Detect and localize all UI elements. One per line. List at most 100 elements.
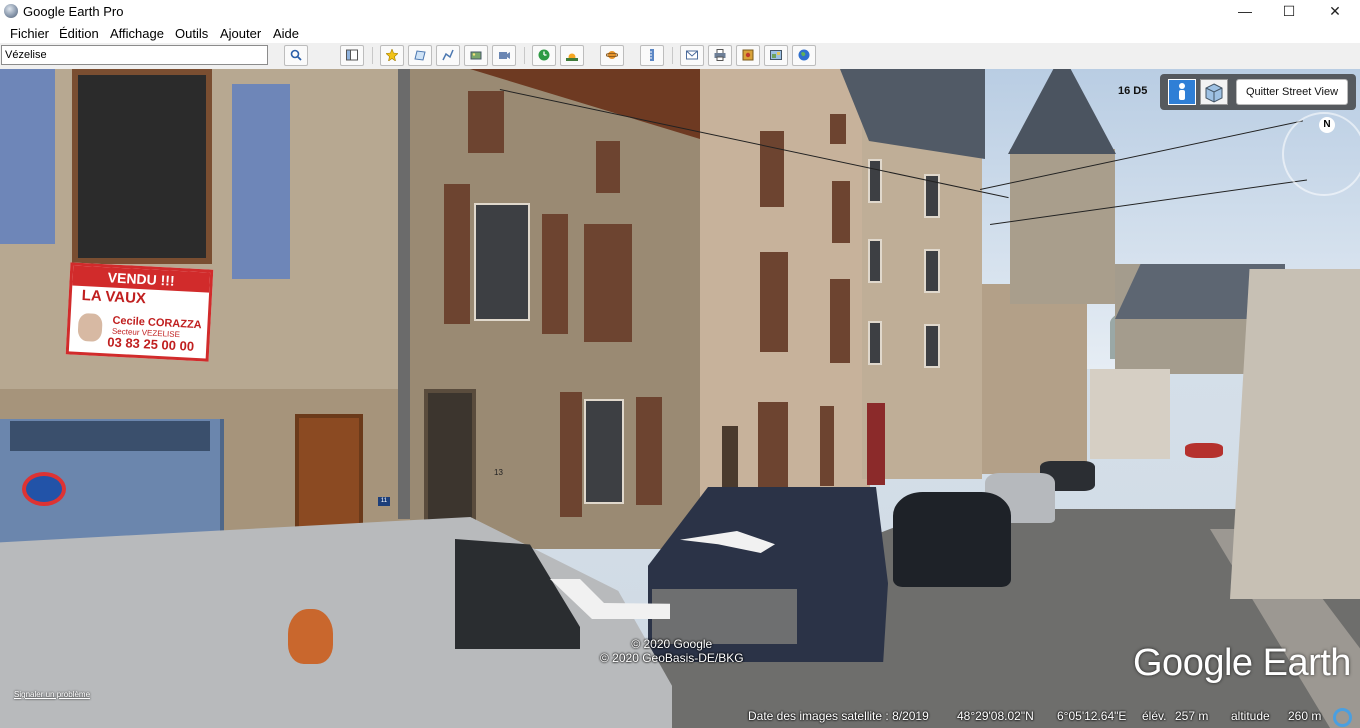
street-view-controls: Quitter Street View (1160, 74, 1356, 110)
brown-shutter (584, 224, 632, 342)
brown-shutter (830, 114, 846, 144)
window (924, 249, 940, 293)
fifth-building (982, 284, 1087, 474)
red-car (1185, 443, 1223, 458)
sidebar-toggle-button[interactable] (340, 45, 364, 66)
agent-photo (77, 312, 103, 343)
search-input[interactable] (1, 45, 268, 65)
add-path-button[interactable] (436, 45, 460, 66)
save-image-button[interactable] (736, 45, 760, 66)
add-placemark-button[interactable] (380, 45, 404, 66)
print-button[interactable] (708, 45, 732, 66)
streaming-status-icon (1333, 708, 1352, 727)
drain-pipe (398, 69, 410, 519)
menu-fichier[interactable]: Fichier (10, 26, 49, 41)
exit-street-view-button[interactable]: Quitter Street View (1236, 79, 1348, 105)
earth-button[interactable] (792, 45, 816, 66)
toolbar (0, 43, 1360, 70)
record-tour-button[interactable] (492, 45, 516, 66)
brown-shutter (820, 406, 834, 486)
minimize-button[interactable]: — (1222, 0, 1268, 23)
pegman-button[interactable] (1168, 79, 1196, 105)
window-title: Google Earth Pro (23, 4, 124, 19)
copyright-notice: © 2020 Google © 2020 GeoBasis-DE/BKG (600, 637, 744, 665)
window (868, 239, 882, 283)
ruler-icon (650, 49, 654, 61)
close-button[interactable]: ✕ (1312, 0, 1358, 23)
vendu-real-estate-sign: VENDU !!! LA VAUX Cecile CORAZZA Secteur… (65, 262, 214, 362)
blue-shutter-left (0, 69, 55, 244)
photo-cube-button[interactable] (1200, 79, 1228, 105)
sunlight-button[interactable] (560, 45, 584, 66)
longitude-readout: 6°05'12.64"E (1057, 709, 1127, 723)
no-parking-sign (22, 472, 66, 506)
add-path-icon (442, 49, 454, 61)
toolbar-separator (372, 47, 373, 64)
menu-outils[interactable]: Outils (175, 26, 208, 41)
sidebar-toggle-icon (346, 49, 358, 61)
suv-bumper (652, 589, 797, 644)
window (924, 324, 940, 368)
save-image-icon (742, 49, 754, 61)
smart-car (893, 492, 1011, 587)
historical-imagery-button[interactable] (532, 45, 556, 66)
house-number: 13 (494, 468, 503, 477)
brown-shutter (760, 131, 784, 207)
brown-shutter (830, 279, 850, 363)
email-button[interactable] (680, 45, 704, 66)
email-icon (686, 50, 698, 60)
window (474, 203, 530, 321)
add-image-overlay-button[interactable] (464, 45, 488, 66)
altitude-label: altitude (1231, 709, 1270, 723)
sunlight-icon (566, 53, 578, 61)
menu-affichage[interactable]: Affichage (110, 26, 164, 41)
view-in-maps-icon (770, 50, 782, 60)
view-in-maps-button[interactable] (764, 45, 788, 66)
historical-imagery-icon (538, 49, 550, 61)
brown-shutter (636, 397, 662, 505)
brown-shutter (444, 184, 470, 324)
status-bar: Date des images satellite : 8/2019 48°29… (0, 706, 1360, 728)
brown-shutter (542, 214, 568, 334)
menu-aide[interactable]: Aide (273, 26, 299, 41)
planets-button[interactable] (600, 45, 624, 66)
search-button[interactable] (284, 45, 308, 66)
maximize-button[interactable]: ☐ (1266, 0, 1312, 23)
earth-icon (798, 49, 810, 61)
latitude-readout: 48°29'08.02"N (957, 709, 1034, 723)
altitude-value: 260 m (1288, 709, 1322, 723)
search-icon (290, 49, 302, 61)
pegman-icon (1179, 83, 1185, 100)
narrow-door (722, 426, 738, 496)
compass-north-indicator[interactable]: N (1319, 117, 1335, 133)
add-polygon-button[interactable] (408, 45, 432, 66)
vent-shutter (596, 141, 620, 193)
right-side-house (1230, 269, 1360, 599)
report-problem-link[interactable]: Signaler un problème (14, 690, 90, 699)
record-tour-icon (499, 52, 510, 59)
far-house (1090, 369, 1170, 459)
menu-bar: Fichier Édition Affichage Outils Ajouter… (0, 23, 1360, 43)
google-earth-logo: Google Earth (1133, 642, 1351, 684)
brown-shutter (760, 252, 788, 352)
garage-door-window (10, 421, 210, 451)
menu-edition[interactable]: Édition (59, 26, 99, 41)
van-mascot-sticker (288, 609, 333, 664)
cube-icon (1205, 83, 1223, 103)
imagery-code-label: 16 D5 (1118, 85, 1148, 97)
elevation-value: 257 m (1175, 709, 1209, 723)
sign-brand: LA VAUX (81, 286, 147, 308)
red-door (867, 403, 885, 485)
ruler-button[interactable] (640, 45, 664, 66)
brown-shutter (560, 392, 582, 517)
toolbar-separator (672, 47, 673, 64)
street-view-panorama[interactable]: 11 VENDU !!! LA VAUX Cecile CORAZZA Sect… (0, 69, 1360, 728)
window (868, 321, 882, 365)
door-number-plate: 11 (378, 497, 390, 506)
title-bar: Google Earth Pro — ☐ ✕ (0, 0, 1360, 23)
sign-phone: 03 83 25 00 00 (107, 334, 195, 354)
add-polygon-icon (414, 50, 426, 61)
elevation-label: élév. (1142, 709, 1167, 723)
menu-ajouter[interactable]: Ajouter (220, 26, 261, 41)
ornate-door (424, 389, 476, 524)
